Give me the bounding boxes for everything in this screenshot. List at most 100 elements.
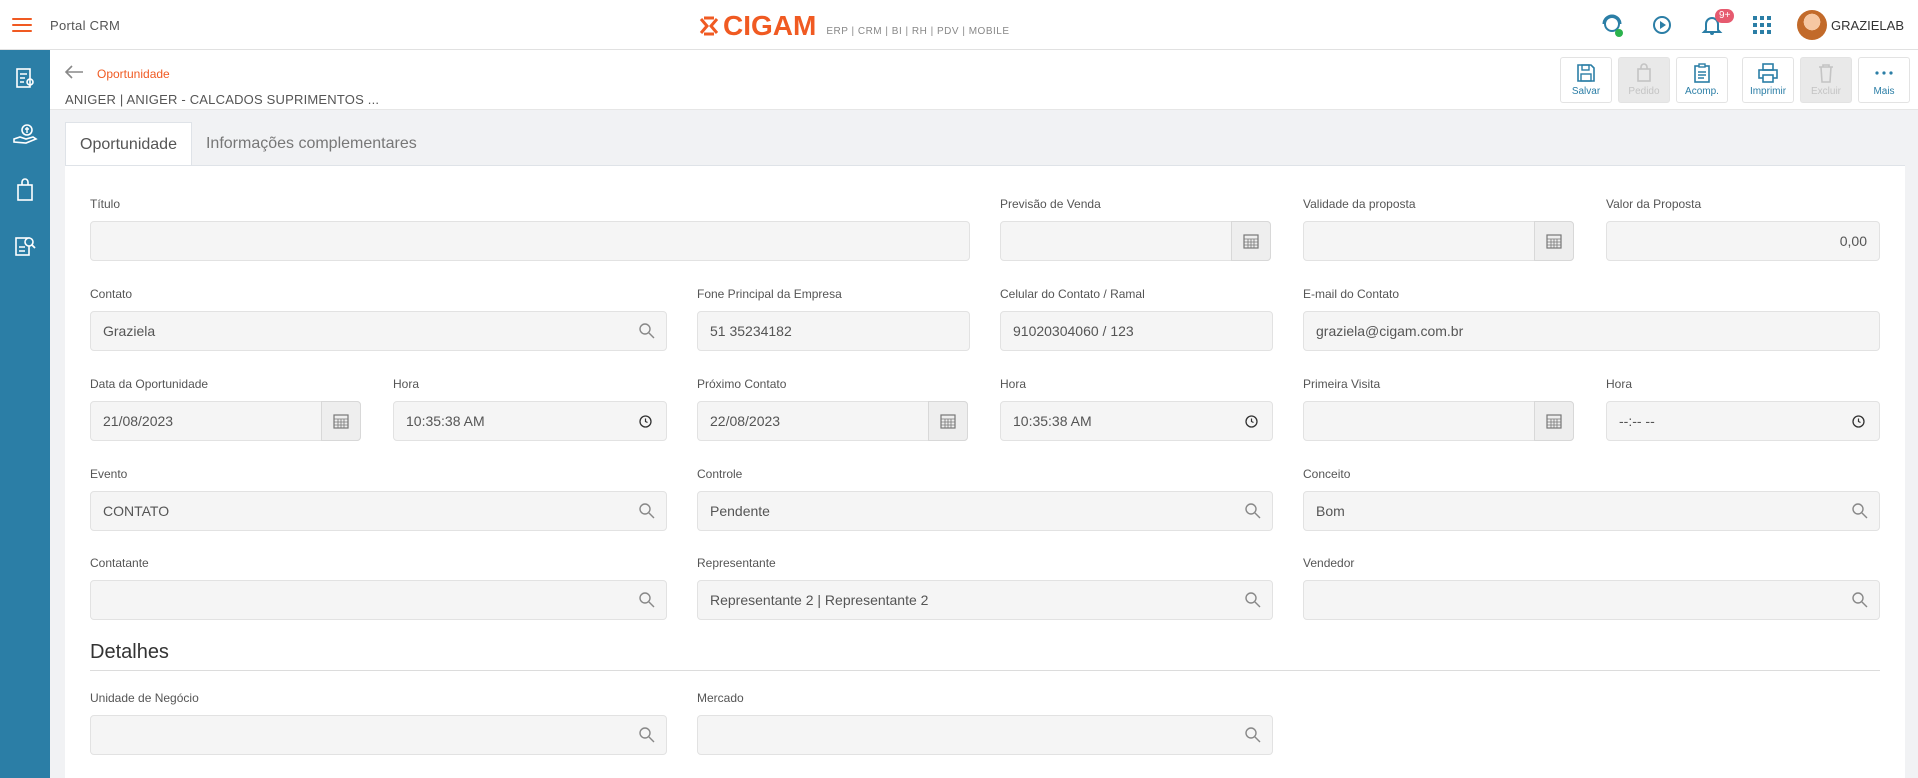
- search-icon[interactable]: [1244, 726, 1262, 744]
- sidebar-item-reports[interactable]: [0, 50, 50, 106]
- label-contato: Contato: [90, 287, 133, 301]
- form-panel: Título Previsão de Venda Validade da pro…: [65, 165, 1905, 778]
- mercado-input[interactable]: [697, 715, 1273, 755]
- user-menu[interactable]: GRAZIELAB: [1797, 10, 1904, 40]
- label-data-oportunidade: Data da Oportunidade: [90, 377, 209, 391]
- hora-primeira-visita-input[interactable]: --:-- --: [1606, 401, 1880, 441]
- label-conceito: Conceito: [1303, 467, 1351, 481]
- more-dots-icon: [1875, 71, 1893, 75]
- validade-proposta-input[interactable]: [1303, 221, 1574, 261]
- sidebar-item-orders[interactable]: [0, 162, 50, 218]
- label-evento: Evento: [90, 467, 128, 481]
- delete-button[interactable]: Excluir: [1800, 57, 1852, 103]
- shopping-bag-icon: [17, 178, 33, 201]
- brand-logo: CIGAM ERP | CRM | BI | RH | PDV | MOBILE: [698, 12, 1010, 40]
- page-header: Oportunidade ANIGER | ANIGER - CALCADOS …: [50, 50, 1918, 110]
- hora-proximo-contato-input[interactable]: 10:35:38 AM: [1000, 401, 1273, 441]
- notifications-bell-icon[interactable]: 9+: [1687, 0, 1737, 50]
- previsao-venda-input[interactable]: [1000, 221, 1271, 261]
- sidebar-item-finance[interactable]: [0, 106, 50, 162]
- search-icon[interactable]: [1244, 591, 1262, 609]
- label-primeira-visita: Primeira Visita: [1303, 377, 1381, 391]
- search-icon[interactable]: [1244, 502, 1262, 520]
- calendar-icon[interactable]: [1534, 221, 1574, 261]
- titulo-input[interactable]: [90, 221, 970, 261]
- back-arrow-icon[interactable]: [64, 64, 84, 80]
- search-icon[interactable]: [638, 726, 656, 744]
- clock-icon[interactable]: [639, 415, 652, 428]
- support-icon[interactable]: [1587, 0, 1637, 50]
- calendar-icon[interactable]: [1534, 401, 1574, 441]
- toolbar: Salvar Pedido Acomp. Imprimir Excluir Ma…: [1560, 57, 1910, 103]
- page-title: ANIGER | ANIGER - CALCADOS SUPRIMENTOS .…: [65, 92, 380, 107]
- label-controle: Controle: [697, 467, 743, 481]
- section-detalhes-heading: Detalhes: [90, 641, 1880, 671]
- search-icon[interactable]: [1851, 502, 1869, 520]
- email-contato-input[interactable]: graziela@cigam.com.br: [1303, 311, 1880, 351]
- calendar-icon[interactable]: [1231, 221, 1271, 261]
- data-oportunidade-input[interactable]: 21/08/2023: [90, 401, 361, 441]
- contatante-input[interactable]: [90, 580, 667, 620]
- label-proximo-contato: Próximo Contato: [697, 377, 787, 391]
- brand-name: CIGAM: [723, 10, 817, 41]
- primeira-visita-input[interactable]: [1303, 401, 1574, 441]
- label-representante: Representante: [697, 556, 776, 570]
- label-valor-proposta: Valor da Proposta: [1606, 197, 1702, 211]
- label-mercado: Mercado: [697, 691, 744, 705]
- printer-icon: [1758, 63, 1778, 83]
- search-icon[interactable]: [638, 591, 656, 609]
- label-celular-contato: Celular do Contato / Ramal: [1000, 287, 1145, 301]
- clock-icon[interactable]: [1852, 415, 1865, 428]
- celular-contato-input[interactable]: 91020304060 / 123: [1000, 311, 1273, 351]
- breadcrumb[interactable]: Oportunidade: [97, 67, 170, 81]
- label-hora-1: Hora: [393, 377, 420, 391]
- search-icon[interactable]: [1851, 591, 1869, 609]
- evento-input[interactable]: CONTATO: [90, 491, 667, 531]
- unidade-negocio-input[interactable]: [90, 715, 667, 755]
- vendedor-input[interactable]: [1303, 580, 1880, 620]
- apps-grid-icon[interactable]: [1737, 0, 1787, 50]
- clock-icon[interactable]: [1245, 415, 1258, 428]
- avatar: [1797, 10, 1828, 40]
- representante-input[interactable]: Representante 2 | Representante 2: [697, 580, 1273, 620]
- contato-input[interactable]: Graziela: [90, 311, 667, 351]
- sidebar-item-search-docs[interactable]: [0, 218, 50, 274]
- calendar-icon[interactable]: [321, 401, 361, 441]
- label-unidade-negocio: Unidade de Negócio: [90, 691, 199, 705]
- app-title: Portal CRM: [50, 18, 121, 33]
- search-icon[interactable]: [638, 502, 656, 520]
- label-hora-3: Hora: [1606, 377, 1633, 391]
- label-contatante: Contatante: [90, 556, 149, 570]
- report-list-icon: [16, 68, 34, 88]
- label-hora-2: Hora: [1000, 377, 1027, 391]
- controle-input[interactable]: Pendente: [697, 491, 1273, 531]
- tab-informacoes-complementares[interactable]: Informações complementares: [192, 122, 431, 166]
- print-button[interactable]: Imprimir: [1742, 57, 1794, 103]
- fone-empresa-input[interactable]: 51 35234182: [697, 311, 970, 351]
- save-button[interactable]: Salvar: [1560, 57, 1612, 103]
- tab-oportunidade[interactable]: Oportunidade: [65, 122, 192, 166]
- save-icon: [1577, 64, 1595, 82]
- label-titulo: Título: [90, 197, 121, 211]
- money-hand-icon: [13, 124, 38, 144]
- tab-bar: Oportunidade Informações complementares: [65, 122, 431, 166]
- follow-up-button[interactable]: Acomp.: [1676, 57, 1728, 103]
- hora-oportunidade-input[interactable]: 10:35:38 AM: [393, 401, 667, 441]
- sidebar: [0, 50, 50, 778]
- menu-icon[interactable]: [12, 18, 32, 32]
- cigam-logo-icon: [699, 16, 719, 36]
- calendar-icon[interactable]: [928, 401, 968, 441]
- more-button[interactable]: Mais: [1858, 57, 1910, 103]
- label-vendedor: Vendedor: [1303, 556, 1355, 570]
- label-email-contato: E-mail do Contato: [1303, 287, 1400, 301]
- proximo-contato-input[interactable]: 22/08/2023: [697, 401, 968, 441]
- conceito-input[interactable]: Bom: [1303, 491, 1880, 531]
- document-search-icon: [15, 237, 36, 256]
- clipboard-icon: [1694, 63, 1710, 83]
- play-video-icon[interactable]: [1637, 0, 1687, 50]
- username: GRAZIELAB: [1831, 17, 1904, 33]
- search-icon[interactable]: [638, 322, 656, 340]
- order-button[interactable]: Pedido: [1618, 57, 1670, 103]
- valor-proposta-input[interactable]: 0,00: [1606, 221, 1880, 261]
- label-previsao-venda: Previsão de Venda: [1000, 197, 1101, 211]
